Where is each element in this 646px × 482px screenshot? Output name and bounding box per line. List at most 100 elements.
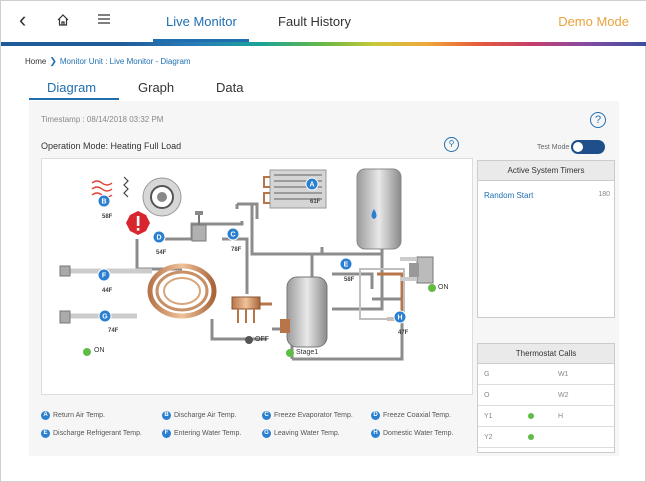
thermostat-call-label: G: [484, 371, 490, 378]
legend-label: Freeze Coaxial Temp.: [383, 412, 451, 419]
call-active-dot: [528, 413, 534, 419]
stage-label: Stage1: [296, 349, 319, 356]
call-active-dot: [528, 434, 534, 440]
heat-waves-icon: [91, 180, 113, 198]
legend-item-h: H Domestic Water Temp.: [371, 429, 453, 438]
legend-item-a: A Return Air Temp.: [41, 411, 105, 420]
legend-item-d: D Freeze Coaxial Temp.: [371, 411, 451, 420]
thermostat-call-label: W1: [558, 371, 569, 378]
thermostat-call-label: Y2: [484, 434, 493, 441]
sensor-value-f: 44F: [102, 288, 113, 294]
test-mode-label: Test Mode: [537, 144, 570, 151]
thermostat-call-label: Y1: [484, 413, 493, 420]
active-timers-panel: Active System Timers Random Start 180: [477, 160, 615, 318]
legend-badge: B: [162, 411, 171, 420]
timer-label: Random Start: [484, 191, 534, 200]
legend-badge: C: [262, 411, 271, 420]
legend-label: Leaving Water Temp.: [274, 430, 340, 437]
chevron-left-icon[interactable]: ‹: [19, 7, 26, 33]
legend-label: Entering Water Temp.: [174, 430, 242, 437]
hamburger-icon[interactable]: [97, 10, 111, 31]
water-connector: [59, 310, 71, 324]
legend-label: Return Air Temp.: [53, 412, 106, 419]
water-tank: [356, 168, 402, 250]
status-on-label-left: ON: [94, 347, 105, 354]
legend-badge: G: [262, 429, 271, 438]
sensor-id-f: F: [102, 273, 107, 280]
sensor-id-d: D: [156, 235, 161, 242]
help-icon[interactable]: ?: [590, 112, 606, 128]
sensor-id-g: G: [102, 314, 108, 321]
expansion-valve: [191, 211, 207, 242]
breadcrumb-home[interactable]: Home: [25, 57, 46, 66]
thermostat-title: Thermostat Calls: [478, 344, 614, 364]
sensor-value-d: 54F: [156, 250, 167, 256]
sensor-value-b: 58F: [102, 214, 113, 220]
active-subtab-indicator: [29, 98, 119, 100]
thermostat-call-label: H: [558, 413, 564, 420]
thermostat-row: Y1 H: [478, 407, 614, 427]
app-frame: ‹ Live Monitor Fault History Demo Mode H…: [0, 0, 646, 482]
sensor-value-g: 74F: [108, 328, 119, 334]
timer-value: 180: [598, 191, 610, 198]
demo-mode-label: Demo Mode: [558, 14, 629, 29]
compressor: [280, 276, 328, 348]
sensor-value-e: 58F: [344, 277, 355, 283]
sensor-id-h: H: [397, 315, 402, 322]
legend-badge: A: [41, 411, 50, 420]
legend-item-e: E Discharge Refrigerant Temp.: [41, 429, 142, 438]
tab-graph[interactable]: Graph: [138, 80, 174, 95]
timers-title: Active System Timers: [478, 161, 614, 181]
diagram-svg: A 61F B 58F C 78F D 54F E 58F F 44F G 74F H 47F: [59, 168, 436, 361]
status-off-label: OFF: [255, 336, 269, 343]
legend-item-c: C Freeze Evaporator Temp.: [262, 411, 353, 420]
chevron-right-icon: ❯: [49, 56, 57, 66]
test-mode-toggle[interactable]: [571, 140, 605, 154]
legend-label: Domestic Water Temp.: [383, 430, 454, 437]
legend-item-f: F Entering Water Temp.: [162, 429, 241, 438]
legend-badge: E: [41, 429, 50, 438]
timer-row: Random Start 180: [484, 191, 610, 200]
zoom-icon[interactable]: ⚲: [444, 137, 459, 152]
sensor-value-a: 61F: [310, 199, 321, 205]
thermostat-row: G W1: [478, 365, 614, 385]
tab-data[interactable]: Data: [216, 80, 243, 95]
fault-alert-icon: [126, 211, 150, 235]
thermostat-call-label: W2: [558, 392, 569, 399]
sensor-id-a: A: [309, 182, 314, 189]
tab-diagram[interactable]: Diagram: [47, 80, 96, 95]
status-on-dot: [428, 284, 436, 292]
status-on-dot: [83, 348, 91, 356]
legend-item-g: G Leaving Water Temp.: [262, 429, 340, 438]
legend-badge: H: [371, 429, 380, 438]
legend-badge: D: [371, 411, 380, 420]
tab-fault-history[interactable]: Fault History: [278, 14, 351, 29]
reversing-valve: [231, 296, 261, 323]
legend-badge: F: [162, 429, 171, 438]
stage-dot: [286, 349, 294, 357]
blower-fan: [142, 177, 182, 217]
operation-mode: Operation Mode: Heating Full Load: [41, 141, 182, 151]
top-nav: ‹ Live Monitor Fault History Demo Mode: [1, 1, 646, 46]
tab-live-monitor[interactable]: Live Monitor: [166, 14, 237, 29]
toggle-knob: [573, 142, 583, 152]
thermostat-calls-panel: Thermostat Calls G W1 O W2 Y1 H Y2: [477, 343, 615, 453]
sensor-id-b: B: [101, 199, 106, 206]
sensor-id-e: E: [344, 262, 349, 269]
coaxial-coil: [147, 263, 217, 319]
sensor-value-c: 78F: [231, 247, 242, 253]
content-panel: Timestamp : 08/14/2018 03:32 PM ? Operat…: [29, 101, 619, 456]
legend-label: Discharge Refrigerant Temp.: [53, 430, 142, 437]
legend-label: Discharge Air Temp.: [174, 412, 237, 419]
status-on-label-right: ON: [438, 284, 449, 291]
brand-color-bar: [1, 42, 646, 46]
thermostat-row: Y2: [478, 428, 614, 448]
legend-label: Freeze Evaporator Temp.: [274, 412, 353, 419]
water-connector: [59, 265, 71, 277]
sensor-value-h: 47F: [398, 330, 409, 336]
heater-coil-icon: [123, 176, 129, 198]
home-icon[interactable]: [56, 11, 70, 32]
thermostat-call-label: O: [484, 392, 490, 399]
sensor-id-c: C: [230, 232, 235, 239]
breadcrumb-path: Monitor Unit : Live Monitor - Diagram: [59, 57, 191, 66]
